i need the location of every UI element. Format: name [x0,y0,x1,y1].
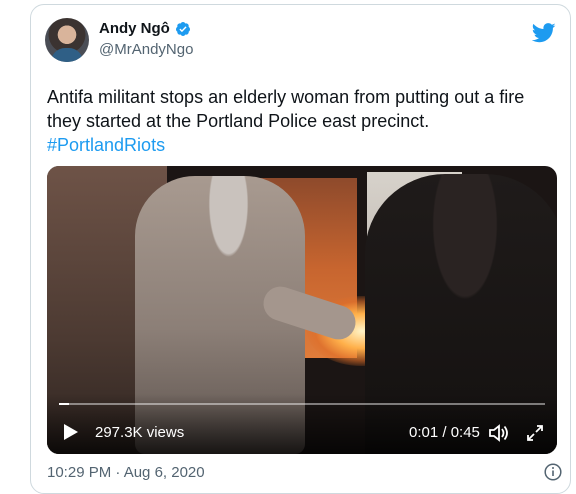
verified-badge-icon [175,21,190,36]
view-count: 297.3K views [95,424,185,441]
author-handle[interactable]: @MrAndyNgo [99,41,193,58]
tweet-body: Antifa militant stops an elderly woman f… [47,87,525,131]
author-name[interactable]: Andy Ngô [99,20,170,37]
video-frame [47,166,557,454]
video-progress-bar[interactable] [59,403,545,405]
tweet-timestamp[interactable]: 10:29 PM · Aug 6, 2020 [47,464,205,481]
info-icon[interactable] [544,463,562,481]
tweet-card[interactable]: Andy Ngô @MrAndyNgo Antifa militant stop… [30,4,571,494]
expand-icon[interactable] [525,423,545,443]
play-icon[interactable] [63,423,79,441]
tweet-text: Antifa militant stops an elderly woman f… [47,85,562,157]
hashtag-link[interactable]: #PortlandRiots [47,135,165,155]
video-time: 0:01 / 0:45 [409,424,480,441]
avatar[interactable] [45,18,89,62]
twitter-bird-icon[interactable] [532,23,556,43]
video-progress-fill [59,403,69,405]
video-player[interactable]: 297.3K views 0:01 / 0:45 [47,166,557,454]
volume-icon[interactable] [488,423,510,443]
author-row: Andy Ngô [99,20,191,37]
